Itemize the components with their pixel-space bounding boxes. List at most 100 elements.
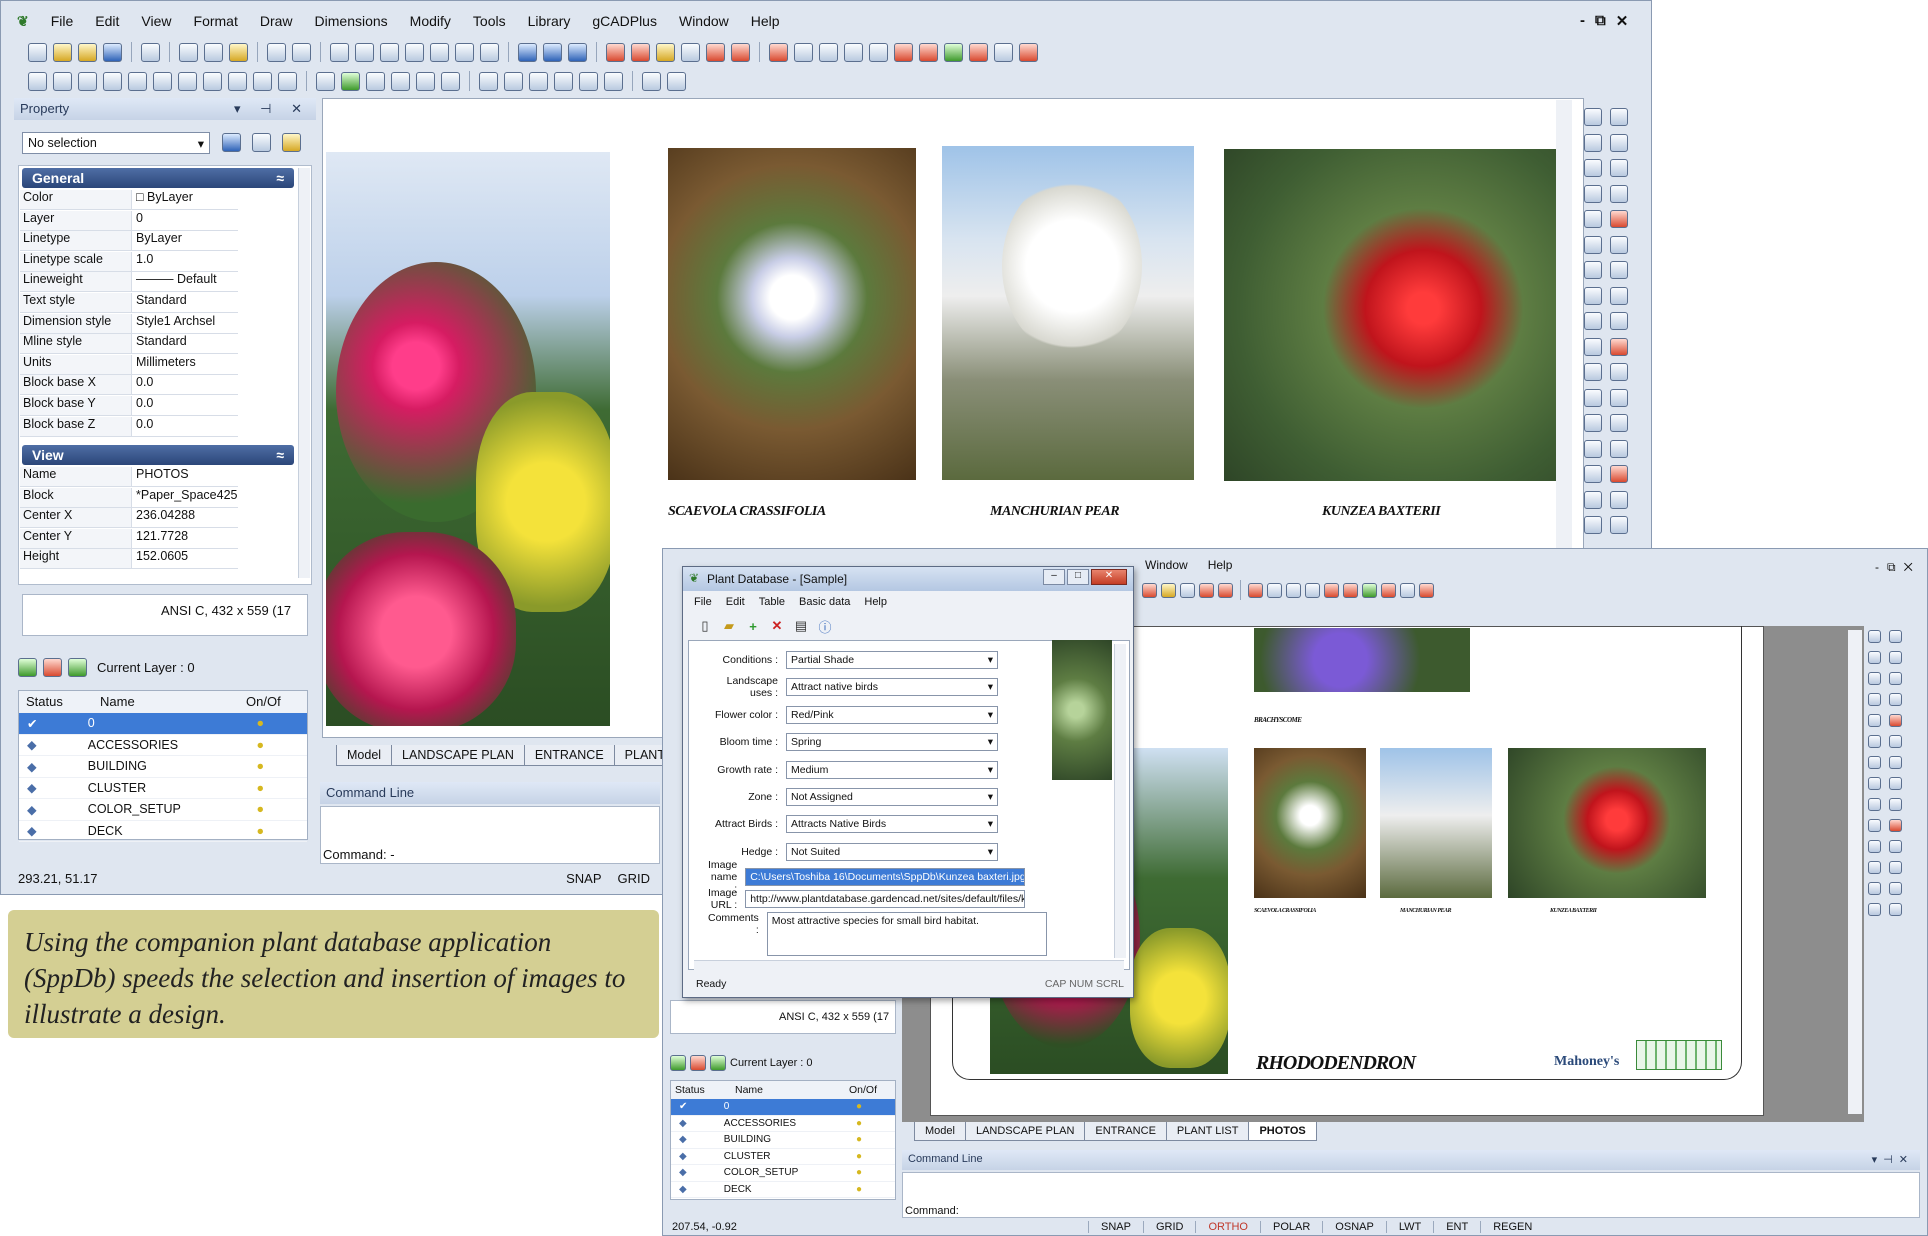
general-prop-row[interactable]: Lineweight ——— Default — [20, 272, 238, 293]
rotate-icon[interactable] — [1868, 693, 1881, 706]
view-prop-row[interactable]: Center X 236.04288 — [20, 508, 238, 529]
db-field-select[interactable]: Attracts Native Birds ▾ — [786, 815, 998, 834]
paint-icon[interactable] — [1868, 882, 1881, 895]
offset-icon[interactable] — [1889, 840, 1902, 853]
view-prop-row[interactable]: Name PHOTOS — [20, 467, 238, 487]
scale-icon[interactable] — [1868, 714, 1881, 727]
block-icon[interactable] — [1199, 582, 1214, 598]
extend-icon[interactable] — [1584, 312, 1602, 330]
layer-status-icon[interactable]: ◆ — [19, 780, 88, 795]
plant-db-close[interactable]: ✕ — [1091, 569, 1127, 585]
trim-icon[interactable] — [1889, 777, 1902, 790]
general-prop-row[interactable]: Layer 0 — [20, 210, 238, 231]
menu-help-2[interactable]: Help — [1208, 558, 1233, 572]
tab-model[interactable]: Model — [336, 745, 393, 766]
zoom-in-icon[interactable] — [330, 42, 349, 62]
extend-icon[interactable] — [1610, 312, 1628, 330]
cloud-icon[interactable] — [1868, 861, 1881, 874]
scale-icon[interactable] — [1889, 714, 1902, 727]
menu-file[interactable]: File — [42, 11, 83, 31]
extend-icon[interactable] — [1868, 798, 1881, 811]
center-mark-icon[interactable] — [667, 71, 686, 91]
second-command-ctrls[interactable]: ▾⊣✕ — [1872, 1153, 1914, 1166]
tab-entrance[interactable]: ENTRANCE — [523, 745, 615, 766]
region-icon[interactable] — [391, 71, 410, 91]
s2-lwt[interactable]: LWT — [1385, 1221, 1433, 1233]
second-command-input[interactable]: Command: — [902, 1172, 1920, 1218]
circle-icon[interactable] — [228, 71, 247, 91]
bulb-icon[interactable]: ● — [256, 738, 264, 752]
hatch-pattern-icon[interactable] — [416, 71, 435, 91]
leader-icon[interactable] — [642, 71, 661, 91]
label-icon[interactable] — [1381, 582, 1396, 598]
minimize-button[interactable]: - — [1580, 12, 1585, 30]
point-icon[interactable] — [28, 71, 47, 91]
mirror-icon[interactable] — [1889, 735, 1902, 748]
s2-ortho[interactable]: ORTHO — [1195, 1221, 1260, 1233]
stretch-icon[interactable] — [1889, 819, 1902, 832]
tab2-entrance[interactable]: ENTRANCE — [1084, 1122, 1167, 1141]
offset-icon[interactable] — [1584, 363, 1602, 381]
db-help-icon[interactable]: ⓘ — [814, 616, 836, 636]
paint-icon[interactable] — [1889, 882, 1902, 895]
open-folder-icon[interactable] — [78, 42, 97, 62]
stretch-icon[interactable] — [1610, 337, 1628, 356]
bars-icon[interactable] — [844, 42, 863, 62]
cloud-icon[interactable] — [1889, 861, 1902, 874]
stretch-icon[interactable] — [1584, 337, 1602, 356]
insert-block-icon[interactable] — [366, 71, 385, 91]
layer-row[interactable]: ✔ 0 ● — [671, 1099, 895, 1116]
db-add-icon[interactable]: + — [742, 616, 764, 636]
table-icon[interactable] — [1267, 582, 1282, 598]
menu-tools[interactable]: Tools — [464, 11, 515, 31]
layer-down-icon[interactable] — [1584, 465, 1602, 483]
general-prop-row[interactable]: Linetype scale 1.0 — [20, 251, 238, 272]
s2-osnap[interactable]: OSNAP — [1322, 1221, 1386, 1233]
set-current-icon[interactable] — [68, 658, 87, 677]
cloud-icon[interactable] — [1610, 388, 1628, 407]
diameter-dim-icon[interactable] — [579, 71, 598, 91]
bulb-icon[interactable] — [656, 42, 675, 62]
s2-snap[interactable]: SNAP — [1088, 1221, 1143, 1233]
s2-polar[interactable]: POLAR — [1260, 1221, 1322, 1233]
tab-landscape-plan[interactable]: LANDSCAPE PLAN — [391, 745, 525, 766]
db-field-select[interactable]: Not Assigned ▾ — [786, 788, 998, 806]
columns-icon[interactable] — [1248, 582, 1263, 598]
edit-icon[interactable] — [1889, 630, 1902, 643]
second-canvas-vscroll[interactable] — [1848, 630, 1862, 1114]
check-icon[interactable]: ✔ — [19, 716, 88, 731]
step-icon[interactable] — [1180, 582, 1195, 598]
db-field-select[interactable]: Red/Pink ▾ — [786, 705, 998, 724]
second-window-ctrls[interactable]: -⧉✕ — [1875, 560, 1921, 574]
scale-icon[interactable] — [1610, 210, 1628, 228]
hatch-icon[interactable] — [1142, 582, 1157, 598]
print-icon[interactable] — [141, 42, 160, 62]
layer-row[interactable]: ◆ BUILDING ● — [19, 756, 307, 778]
rotate-icon[interactable] — [1584, 184, 1602, 203]
view-prop-row[interactable]: Height 152.0605 — [20, 549, 238, 570]
paste-icon[interactable] — [229, 42, 248, 62]
layer-icon[interactable] — [1584, 490, 1602, 509]
db-new-icon[interactable]: ▯ — [694, 616, 716, 636]
points-icon[interactable] — [1324, 582, 1339, 598]
layer-row[interactable]: ◆ COLOR_SETUP ● — [671, 1165, 895, 1182]
plant-db-window-ctrls[interactable]: – □ ✕ — [1043, 569, 1127, 585]
ordinate-dim-icon[interactable] — [529, 71, 548, 91]
block-icon[interactable] — [706, 42, 725, 62]
layer-up-icon[interactable] — [1889, 903, 1902, 916]
quick-select-icon[interactable] — [282, 133, 301, 152]
zoom-previous-icon[interactable] — [480, 42, 499, 62]
layer-row[interactable]: ◆ DECK ● — [671, 1182, 895, 1198]
menu-edit[interactable]: Edit — [86, 11, 128, 31]
paint-icon[interactable] — [1584, 414, 1602, 432]
bulb-icon[interactable]: ● — [856, 1101, 862, 1112]
comments-field[interactable]: Most attractive species for small bird h… — [766, 912, 1047, 956]
layer-row[interactable]: ◆ BUILDING ● — [671, 1132, 895, 1149]
general-prop-value[interactable]: Standard — [132, 334, 187, 353]
properties-icon[interactable] — [518, 42, 537, 62]
select-objects-icon[interactable] — [252, 133, 271, 152]
stretch-icon[interactable] — [1868, 819, 1881, 832]
mirror-icon[interactable] — [1584, 235, 1602, 254]
offset-icon[interactable] — [1610, 363, 1628, 381]
menu-library[interactable]: Library — [519, 11, 580, 31]
